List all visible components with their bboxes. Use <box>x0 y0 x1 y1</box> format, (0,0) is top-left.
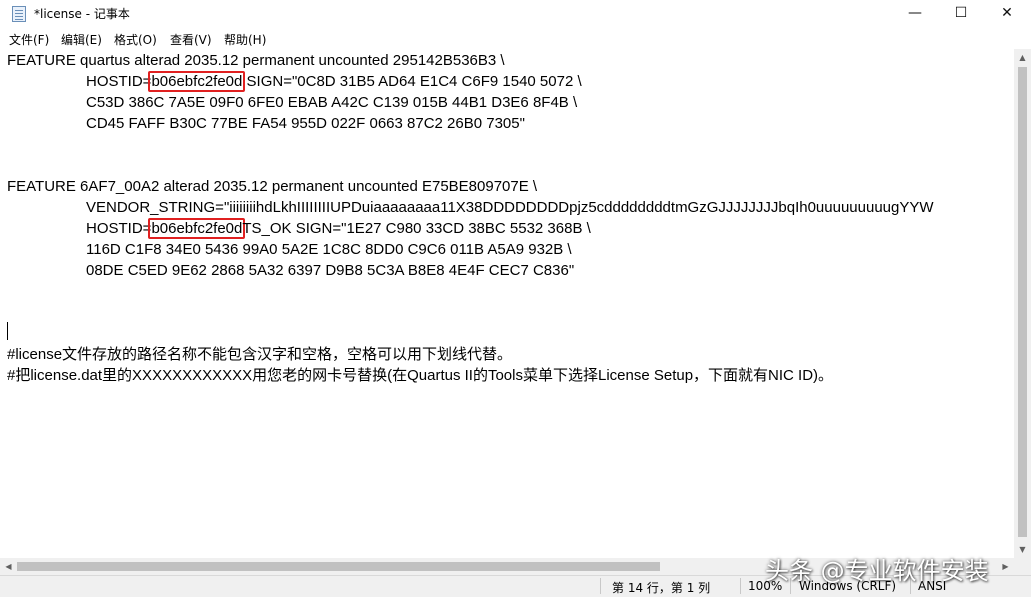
text-line: 08DE C5ED 9E62 2868 5A32 6397 D9B8 5C3A … <box>86 262 575 279</box>
hostid-highlight: b06ebfc2fe0d <box>148 218 246 239</box>
text-line: FEATURE quartus alterad 2035.12 permanen… <box>7 52 505 69</box>
horizontal-scroll-thumb[interactable] <box>17 562 660 571</box>
window-title: *license - 记事本 <box>34 7 130 21</box>
text-line: CD45 FAFF B30C 77BE FA54 955D 022F 0663 … <box>86 115 525 132</box>
text-editor[interactable]: FEATURE quartus alterad 2035.12 permanen… <box>0 49 1014 558</box>
text-line: 116D C1F8 34E0 5436 99A0 5A2E 1C8C 8DD0 … <box>86 241 572 258</box>
menu-format[interactable]: 格式(O) <box>114 31 157 48</box>
text-line: HOSTID=b06ebfc2fe0dTS_OK SIGN="1E27 C980… <box>86 218 591 239</box>
menu-edit[interactable]: 编辑(E) <box>61 31 102 48</box>
text-segment: HOSTID= <box>86 73 152 90</box>
notepad-icon <box>12 6 26 22</box>
status-divider <box>740 578 741 594</box>
close-button[interactable]: ✕ <box>984 0 1030 28</box>
text-segment: TS_OK SIGN="1E27 C980 33CD 38BC 5532 368… <box>242 220 591 237</box>
maximize-button[interactable]: ☐ <box>938 0 984 28</box>
text-line: FEATURE 6AF7_00A2 alterad 2035.12 perman… <box>7 178 538 195</box>
text-line: VENDOR_STRING="iiiiiiiihdLkhIIIIIIIIUPDu… <box>86 199 934 216</box>
menu-help[interactable]: 帮助(H) <box>224 31 266 48</box>
vertical-scrollbar[interactable]: ▲ ▼ <box>1014 49 1031 558</box>
hostid-highlight: b06ebfc2fe0d <box>148 71 246 92</box>
text-line: HOSTID=b06ebfc2fe0d SIGN="0C8D 31B5 AD64… <box>86 71 582 92</box>
text-line: #license文件存放的路径名称不能包含汉字和空格，空格可以用下划线代替。 <box>7 346 513 363</box>
title-bar[interactable]: *license - 记事本 — ☐ ✕ <box>0 0 1031 28</box>
minimize-button[interactable]: — <box>892 0 938 28</box>
text-line: #把license.dat里的XXXXXXXXXXXX用您老的网卡号替换(在Qu… <box>7 367 834 384</box>
status-divider <box>600 578 601 594</box>
scrollbar-corner <box>1014 558 1031 575</box>
scroll-up-icon[interactable]: ▲ <box>1014 49 1031 66</box>
menu-view[interactable]: 查看(V) <box>170 31 212 48</box>
watermark-text: 头条 @专业软件安装 <box>765 557 989 585</box>
scroll-down-icon[interactable]: ▼ <box>1014 541 1031 558</box>
scroll-right-icon[interactable]: ▶ <box>997 558 1014 575</box>
text-line: C53D 386C 7A5E 09F0 6FE0 EBAB A42C C139 … <box>86 94 578 111</box>
scroll-left-icon[interactable]: ◀ <box>0 558 17 575</box>
text-segment: SIGN="0C8D 31B5 AD64 E1C4 C6F9 1540 5072… <box>242 73 582 90</box>
text-caret <box>7 322 8 340</box>
cursor-position: 第 14 行，第 1 列 <box>612 581 711 595</box>
text-segment: HOSTID= <box>86 220 152 237</box>
vertical-scroll-thumb[interactable] <box>1018 67 1027 537</box>
menu-bar: 文件(F) 编辑(E) 格式(O) 查看(V) 帮助(H) <box>0 28 1031 50</box>
menu-file[interactable]: 文件(F) <box>9 31 49 48</box>
